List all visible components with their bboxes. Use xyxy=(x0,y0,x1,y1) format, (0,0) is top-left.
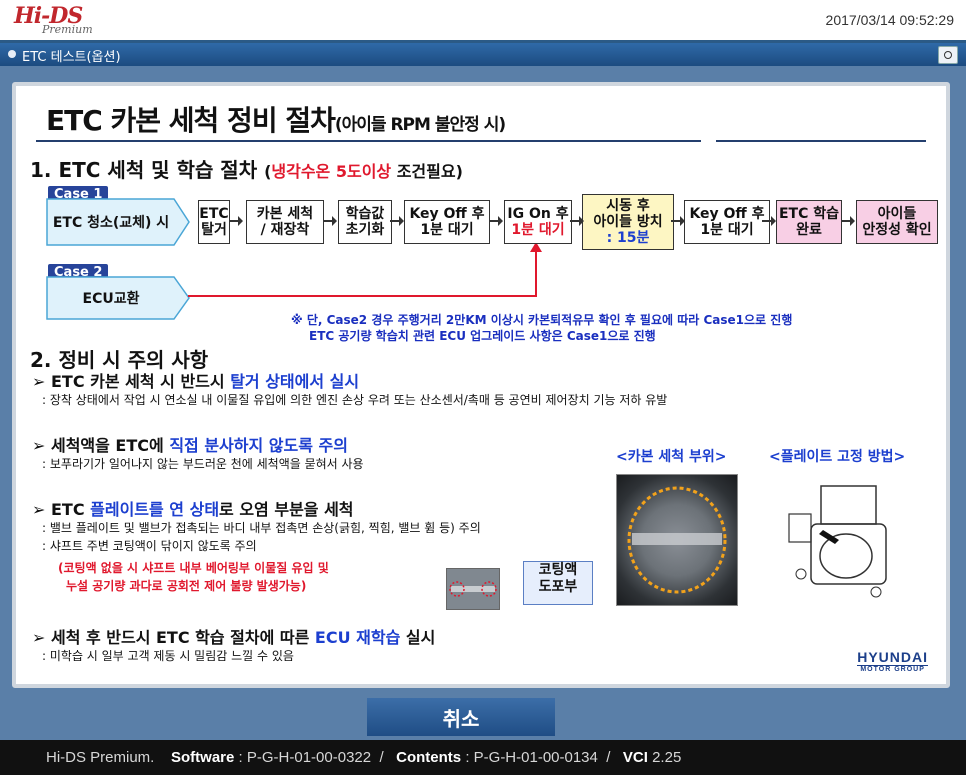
caution-item-3: ➢ ETC 플레이트를 연 상태로 오염 부분을 세척 xyxy=(32,500,354,519)
case2-note-line1: ※ 단, Case2 경우 주행거리 2만KM 이상시 카본퇴적유무 확인 후 … xyxy=(291,313,793,327)
footer-software-label: Software xyxy=(171,749,235,766)
caution-item-1: ➢ ETC 카본 세척 시 반드시 탈거 상태에서 실시 xyxy=(32,372,360,391)
caution-item-3-warn2: 누설 공기량 과다로 공회전 제어 불량 발생가능) xyxy=(66,579,307,593)
footer-software-value: : P-G-H-01-00-0322 xyxy=(238,749,372,766)
coating-circles xyxy=(449,581,497,597)
case1-label: ETC 청소(교체) 시 xyxy=(52,215,170,231)
throttle-body-photo xyxy=(616,474,738,606)
hyundai-logo: HYUNDAI MOTOR GROUP xyxy=(857,649,928,673)
step-keyoff-wait-2: Key Off 후 1분 대기 xyxy=(684,200,770,244)
step-ig-on-wait: IG On 후 1분 대기 xyxy=(504,200,572,244)
hyundai-logo-text: HYUNDAI xyxy=(857,649,928,666)
section1-heading: 1. ETC 세척 및 학습 절차 (냉각수온 5도이상 조건필요) xyxy=(30,154,463,183)
caution-item-3-warn1: (코팅액 없을 시 샤프트 내부 베어링부 이물질 유입 및 xyxy=(58,561,329,575)
section1-paren-close: 조건필요) xyxy=(391,162,463,181)
footer-separator: / xyxy=(606,749,611,766)
page-title-sub: (아이들 RPM 불안정 시) xyxy=(334,115,506,135)
flow-arrow xyxy=(390,216,404,226)
footer-vci-value: 2.25 xyxy=(652,749,682,766)
app-logo-sub: Premium xyxy=(42,23,93,36)
status-footer: Hi-DS Premium. Software : P-G-H-01-00-03… xyxy=(0,740,966,775)
caution-item-2-desc: : 보푸라기가 일어나지 않는 부드러운 천에 세척액을 묻혀서 사용 xyxy=(42,457,364,471)
case2-connector xyxy=(188,242,542,297)
carbon-area-overlay xyxy=(627,486,727,594)
procedure-panel: ETC 카본 세척 정비 절차(아이들 RPM 불안정 시) 1. ETC 세척… xyxy=(12,82,950,688)
caution-item-2: ➢ 세척액을 ETC에 직접 분사하지 않도록 주의 xyxy=(32,436,348,455)
flow-arrow xyxy=(489,216,503,226)
title-underline-right xyxy=(716,140,926,142)
caution-item-4: ➢ 세척 후 반드시 ETC 학습 절차에 따른 ECU 재학습 실시 xyxy=(32,628,436,647)
section1-condition: 냉각수온 5도이상 xyxy=(271,162,392,181)
step-keyoff-wait-1: Key Off 후 1분 대기 xyxy=(404,200,490,244)
carbon-area-label: <카본 세척 부위> xyxy=(616,449,727,465)
plate-fix-label: <플레이트 고정 방법> xyxy=(769,449,906,465)
camera-icon[interactable] xyxy=(938,46,958,64)
caution-item-4-desc: : 미학습 시 일부 고객 제동 시 밀림감 느낄 수 있음 xyxy=(42,649,294,663)
window-title: ETC 테스트(옵션) xyxy=(22,50,121,65)
title-underline xyxy=(36,140,701,142)
throttle-drawing xyxy=(788,485,887,598)
app-header: Hi-DS Premium 2017/03/14 09:52:29 xyxy=(0,0,966,43)
flow-arrow xyxy=(229,216,243,226)
flow-arrow xyxy=(570,216,584,226)
datetime: 2017/03/14 09:52:29 xyxy=(825,12,954,28)
footer-contents-value: : P-G-H-01-00-0134 xyxy=(465,749,598,766)
case2-note-line2: ETC 공기량 학습치 관련 ECU 업그레이드 사항은 Case1으로 진행 xyxy=(309,329,656,343)
flow-arrow xyxy=(671,216,685,226)
case2-label: ECU교환 xyxy=(82,291,140,307)
footer-contents-label: Contents xyxy=(396,749,462,766)
hyundai-logo-sub: MOTOR GROUP xyxy=(860,666,925,673)
window-titlebar: ETC 테스트(옵션) xyxy=(0,43,966,66)
flow-arrow xyxy=(762,216,776,226)
flow-arrow xyxy=(323,216,337,226)
footer-separator: / xyxy=(379,749,384,766)
step-learn-reset: 학습값 초기화 xyxy=(338,200,392,244)
page-title-main: ETC 카본 세척 정비 절차 xyxy=(46,104,336,137)
step-etc-learn-done: ETC 학습 완료 xyxy=(776,200,842,244)
caution-item-1-desc: : 장착 상태에서 작업 시 연소실 내 이물질 유입에 의한 엔진 손상 우려… xyxy=(42,393,668,407)
footer-product: Hi-DS Premium. xyxy=(46,749,155,766)
flow-arrow xyxy=(841,216,855,226)
cancel-button[interactable]: 취소 xyxy=(367,698,555,736)
step-idle-stability: 아이들 안정성 확인 xyxy=(856,200,938,244)
window-bullet-icon xyxy=(8,50,16,58)
plate-fix-diagram xyxy=(781,474,906,604)
coating-callout-line1: 코팅액 xyxy=(538,562,578,578)
page-title: ETC 카본 세척 정비 절차(아이들 RPM 불안정 시) xyxy=(46,99,506,139)
coating-callout: 코팅액 도포부 xyxy=(523,561,593,605)
step-etc-removal: ETC 탈거 xyxy=(198,200,230,244)
step-idle-15min: 시동 후 아이들 방치: 15분 xyxy=(582,194,674,250)
step-carbon-clean: 카본 세척 / 재장착 xyxy=(246,200,324,244)
shaft-coating-photo xyxy=(446,568,500,610)
case2-note: ※ 단, Case2 경우 주행거리 2만KM 이상시 카본퇴적유무 확인 후 … xyxy=(291,312,792,344)
caution-item-3-desc1: : 밸브 플레이트 및 밸브가 접촉되는 바디 내부 접촉면 손상(긁힘, 찍힘… xyxy=(42,521,481,535)
caution-item-3-desc2: : 샤프트 주변 코팅액이 닦이지 않도록 주의 xyxy=(42,539,257,553)
footer-vci-label: VCI xyxy=(622,749,648,766)
section1-text: 1. ETC 세척 및 학습 절차 xyxy=(30,158,265,182)
coating-callout-line2: 도포부 xyxy=(538,579,578,595)
